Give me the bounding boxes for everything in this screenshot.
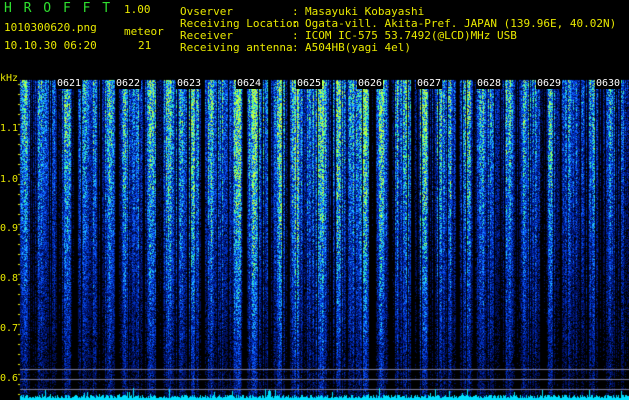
y-axis-unit: kHz	[0, 73, 19, 84]
x-tick-label: 0627	[416, 78, 443, 89]
y-tick-label: 1.1	[0, 123, 19, 134]
y-tick-label: 1.0	[0, 174, 19, 185]
y-tick-label: 0.6	[0, 373, 19, 384]
app-title: H R O F F T	[4, 1, 113, 16]
meteor-label: meteor	[124, 25, 164, 38]
y-tick-label: 0.7	[0, 323, 19, 334]
app-version: 1.00	[124, 3, 151, 16]
spectrogram-canvas	[0, 0, 629, 400]
datetime: 10.10.30 06:20	[4, 39, 97, 52]
y-tick-label: 0.9	[0, 223, 19, 234]
y-tick-label: 0.8	[0, 273, 19, 284]
x-tick-label: 0630	[595, 78, 622, 89]
colon-4: :	[292, 41, 299, 54]
x-tick-label: 0628	[476, 78, 503, 89]
x-tick-label: 0626	[357, 78, 384, 89]
x-tick-label: 0622	[115, 78, 142, 89]
x-tick-label: 0625	[296, 78, 323, 89]
antenna-value: A504HB(yagi 4el)	[305, 41, 411, 54]
x-tick-label: 0623	[176, 78, 203, 89]
file-name: 1010300620.png	[4, 21, 97, 34]
x-tick-label: 0621	[56, 78, 83, 89]
meteor-count: 21	[138, 39, 152, 52]
x-tick-label: 0624	[236, 78, 263, 89]
antenna-label: Receiving antenna	[180, 41, 293, 54]
x-tick-label: 0629	[536, 78, 563, 89]
